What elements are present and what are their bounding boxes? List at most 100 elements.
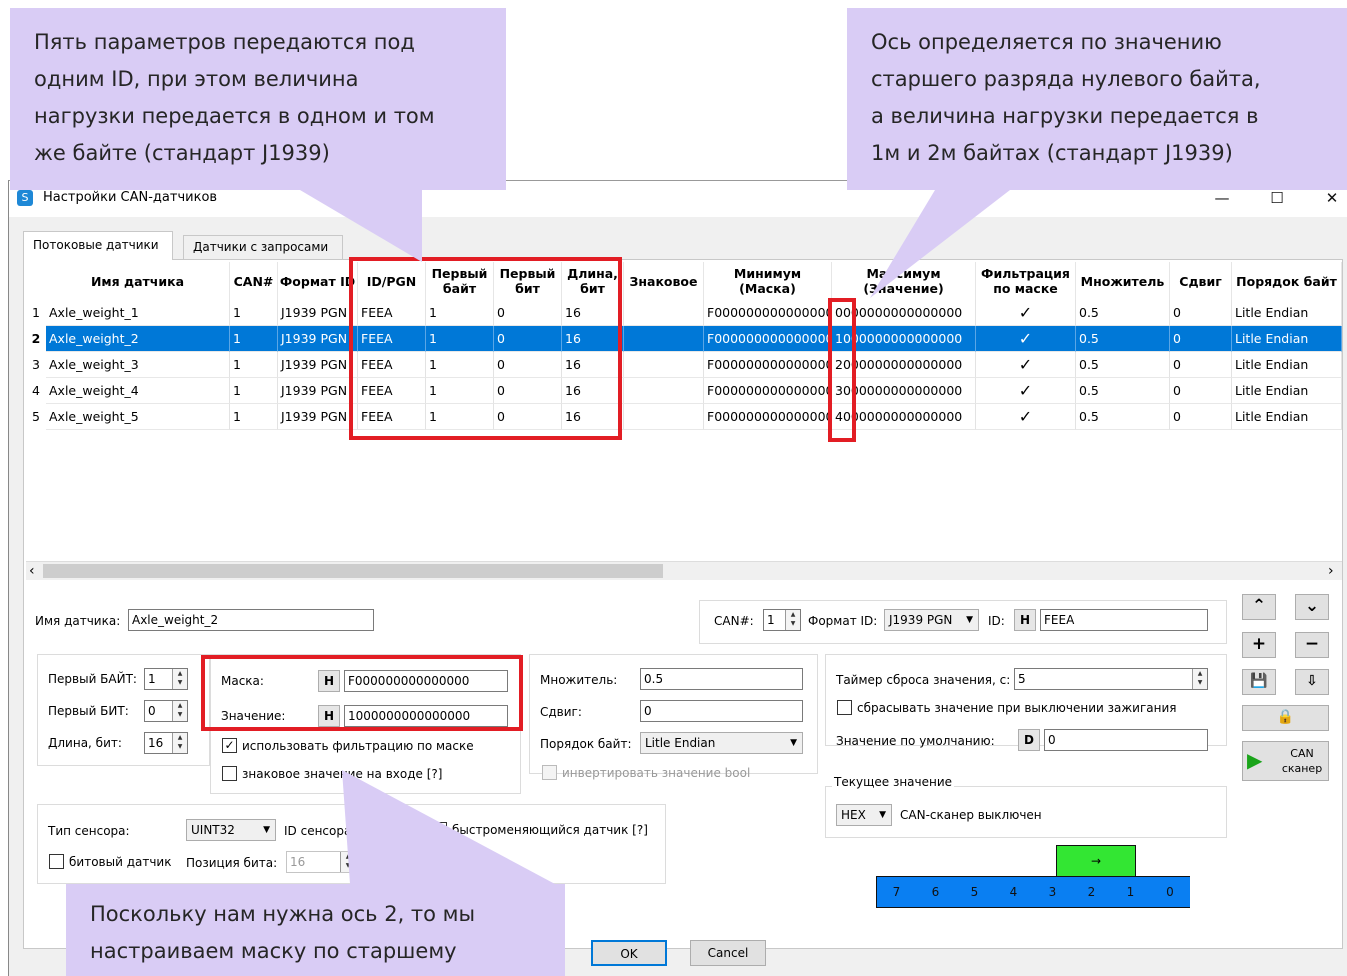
- invert-bool-checkbox[interactable]: [542, 765, 557, 780]
- scroll-right-icon[interactable]: ›: [1328, 562, 1334, 580]
- length-spinner[interactable]: 16 ▲ ▼: [144, 732, 188, 754]
- table-cell-can: 1: [230, 300, 278, 326]
- spin-arrows-icon[interactable]: ▲ ▼: [785, 610, 800, 630]
- dropdown-arrow-icon: ▼: [966, 615, 973, 625]
- annotation-line: а величина нагрузки передается в: [871, 104, 1259, 128]
- col-header-format[interactable]: Формат ID: [278, 262, 358, 300]
- save-button[interactable]: 💾: [1242, 669, 1276, 695]
- sensor-id-value: 2883: [368, 823, 399, 837]
- move-down-button[interactable]: ⌄: [1295, 594, 1329, 620]
- first-bit-spinner[interactable]: 0 ▲ ▼: [144, 700, 188, 722]
- table-row[interactable]: 1 Axle_weight_1 1 J1939 PGN FEEA 1 0 16 F0000000…: [26, 300, 1342, 326]
- default-dec-toggle[interactable]: D: [1018, 729, 1040, 751]
- can-number-spinner[interactable]: 1 ▲ ▼: [763, 609, 801, 631]
- table-row[interactable]: 3 Axle_weight_3 1 J1939 PGN FEEA 1 0 16 F0000000…: [26, 352, 1342, 378]
- bit-cell: 7: [877, 877, 917, 907]
- current-format-select[interactable]: HEX ▼: [836, 804, 892, 826]
- signed-input-checkbox[interactable]: [222, 766, 237, 781]
- table-cell-mult: 0.5: [1076, 404, 1170, 430]
- shift-input[interactable]: 0: [640, 700, 803, 722]
- move-up-button[interactable]: ⌃: [1242, 594, 1276, 620]
- byte-order-select[interactable]: Litle Endian ▼: [640, 732, 803, 754]
- table-cell-min: F000000000000000: [704, 352, 832, 378]
- tab-stream-sensors[interactable]: Потоковые датчики: [23, 231, 173, 260]
- play-icon: ▶: [1247, 748, 1263, 772]
- table-cell-mult: 0.5: [1076, 326, 1170, 352]
- col-header-name[interactable]: Имя датчика: [46, 262, 230, 300]
- spin-arrows-icon[interactable]: ▲ ▼: [1192, 669, 1207, 689]
- id-hex-toggle[interactable]: H: [1014, 609, 1036, 631]
- reset-timer-label: Таймер сброса значения, с:: [836, 673, 1011, 687]
- table-cell-can: 1: [230, 326, 278, 352]
- current-value-label: Текущее значение: [832, 775, 955, 789]
- signed-input-label: знаковое значение на входе [?]: [242, 767, 443, 781]
- scroll-left-icon[interactable]: ‹: [29, 562, 35, 580]
- spin-arrows-icon[interactable]: ▲ ▼: [172, 701, 187, 721]
- bit-cell: 3: [1033, 877, 1073, 907]
- bit-sensor-checkbox[interactable]: [49, 854, 64, 869]
- annotation-line: нагрузки передается в одном и том: [34, 104, 435, 128]
- table-cell-min: F000000000000000: [704, 300, 832, 326]
- bit-position-value: 16: [290, 855, 306, 869]
- id-format-select[interactable]: J1939 PGN ▼: [884, 609, 979, 631]
- annotation-top-left: Пять параметров передаются под одним ID,…: [10, 8, 506, 190]
- table-cell-min: F000000000000000: [704, 326, 832, 352]
- filter-check-icon: ✓: [976, 326, 1076, 352]
- sensor-id-spinner[interactable]: 2883 ▲ ▼: [364, 819, 422, 841]
- sensor-name-input[interactable]: Axle_weight_2: [128, 609, 374, 631]
- highlight-byte-columns: [349, 257, 622, 440]
- table-cell-mult: 0.5: [1076, 352, 1170, 378]
- bit-strip: 7 6 5 4 3 2 1 0: [876, 876, 1190, 908]
- id-format-value: J1939 PGN: [889, 613, 953, 627]
- sensor-type-select[interactable]: UINT32 ▼: [186, 819, 276, 841]
- use-mask-filter-checkbox[interactable]: ✓: [222, 738, 237, 753]
- table-cell-order: Litle Endian: [1232, 378, 1342, 404]
- spin-arrows-icon[interactable]: ▲ ▼: [172, 669, 187, 689]
- col-header-signed[interactable]: Знаковое: [624, 262, 704, 300]
- bit-position-spinner[interactable]: 16 ▲ ▼: [286, 851, 356, 873]
- id-label: ID:: [988, 614, 1005, 628]
- spin-arrows-icon[interactable]: ▲ ▼: [340, 852, 355, 872]
- table-row[interactable]: 4 Axle_weight_4 1 J1939 PGN FEEA 1 0 16 F0000000…: [26, 378, 1342, 404]
- app-icon: S: [17, 190, 33, 206]
- can-scanner-button[interactable]: ▶ CAN сканер: [1242, 741, 1329, 781]
- horizontal-scrollbar[interactable]: ‹ ›: [26, 562, 1342, 580]
- table-cell-name: Axle_weight_5: [46, 404, 230, 430]
- col-header-min[interactable]: Минимум (Маска): [704, 262, 832, 300]
- export-button[interactable]: ⇩: [1295, 669, 1329, 695]
- filter-check-icon: ✓: [976, 300, 1076, 326]
- table-cell-min: F000000000000000: [704, 378, 832, 404]
- reset-timer-spinner[interactable]: 5 ▲ ▼: [1014, 668, 1208, 690]
- fast-sensor-checkbox[interactable]: [432, 822, 447, 837]
- id-input[interactable]: FEEA: [1040, 609, 1208, 631]
- sensor-table[interactable]: ⌄ Имя датчика CAN# Формат ID ID/PGN Перв…: [26, 262, 1342, 562]
- ok-button[interactable]: OK: [591, 940, 667, 966]
- sensor-id-label: ID сенсора:: [284, 824, 356, 838]
- col-header-multiplier[interactable]: Множитель: [1076, 262, 1170, 300]
- scrollbar-thumb[interactable]: [43, 564, 663, 578]
- cancel-button[interactable]: Cancel: [690, 940, 766, 966]
- remove-sensor-button[interactable]: −: [1295, 632, 1329, 658]
- spin-arrows-icon[interactable]: ▲ ▼: [172, 733, 187, 753]
- table-cell-shift: 0: [1170, 404, 1232, 430]
- lock-button[interactable]: 🔒: [1242, 705, 1329, 731]
- table-row[interactable]: 2 Axle_weight_2 1 J1939 PGN FEEA 1 0 16 F0000000…: [26, 326, 1342, 352]
- col-header-byte-order[interactable]: Порядок байт: [1232, 262, 1342, 300]
- table-row[interactable]: 5 Axle_weight_5 1 J1939 PGN FEEA 1 0 16 F0000000…: [26, 404, 1342, 430]
- col-header-shift[interactable]: Сдвиг: [1170, 262, 1232, 300]
- table-cell-sign: [624, 352, 704, 378]
- annotation-top-right: Ось определяется по значению старшего ра…: [847, 8, 1347, 190]
- tab-request-sensors[interactable]: Датчики с запросами: [183, 235, 343, 259]
- col-header-can[interactable]: CAN#: [230, 262, 278, 300]
- default-value-input[interactable]: 0: [1044, 729, 1208, 751]
- col-header-max[interactable]: Максимум (Значение): [832, 262, 976, 300]
- add-sensor-button[interactable]: +: [1242, 632, 1276, 658]
- first-byte-value: 1: [148, 672, 156, 686]
- multiplier-input[interactable]: 0.5: [640, 668, 803, 690]
- spin-arrows-icon[interactable]: ▲ ▼: [406, 820, 421, 840]
- table-cell-min: F000000000000000: [704, 404, 832, 430]
- reset-on-ignition-checkbox[interactable]: [837, 700, 852, 715]
- col-header-filter[interactable]: Фильтрация по маске: [976, 262, 1076, 300]
- first-byte-spinner[interactable]: 1 ▲ ▼: [144, 668, 188, 690]
- table-cell-name: Axle_weight_4: [46, 378, 230, 404]
